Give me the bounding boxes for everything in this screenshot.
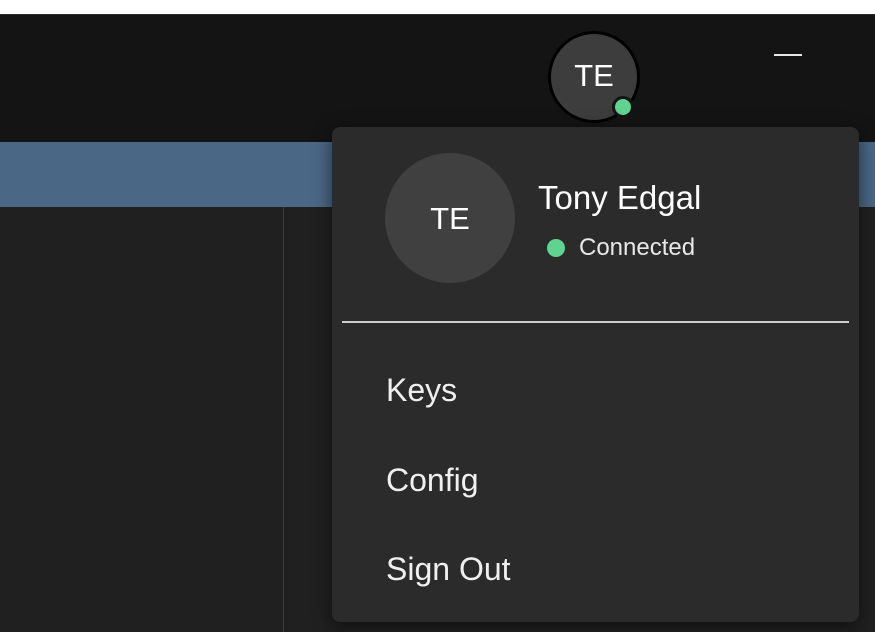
menu-divider bbox=[342, 321, 849, 323]
user-name: Tony Edgal bbox=[538, 179, 702, 216]
user-avatar-button[interactable]: TE bbox=[548, 31, 640, 123]
menu-item-label: Config bbox=[386, 462, 479, 498]
top-strip bbox=[0, 0, 875, 14]
presence-online-icon bbox=[612, 96, 634, 118]
status-dot-icon bbox=[547, 239, 565, 257]
menu-item-keys[interactable]: Keys bbox=[332, 355, 859, 425]
title-bar bbox=[0, 14, 875, 143]
minimize-icon bbox=[774, 54, 802, 56]
status-text: Connected bbox=[579, 234, 696, 261]
avatar-initials: TE bbox=[574, 58, 614, 93]
menu-item-label: Keys bbox=[386, 372, 458, 408]
menu-avatar: TE bbox=[385, 153, 515, 283]
menu-avatar-initials: TE bbox=[430, 201, 470, 236]
connection-status: Connected bbox=[547, 233, 695, 263]
minimize-button[interactable] bbox=[772, 40, 804, 70]
pane-divider[interactable] bbox=[283, 207, 284, 632]
menu-item-config[interactable]: Config bbox=[332, 445, 859, 515]
menu-item-sign-out[interactable]: Sign Out bbox=[332, 534, 859, 604]
user-menu-dropdown: TE Tony Edgal Connected Keys Config Sign… bbox=[332, 127, 859, 622]
app-window: TE TE Tony Edgal Connected Keys Config S… bbox=[0, 0, 875, 632]
menu-item-label: Sign Out bbox=[386, 551, 511, 587]
